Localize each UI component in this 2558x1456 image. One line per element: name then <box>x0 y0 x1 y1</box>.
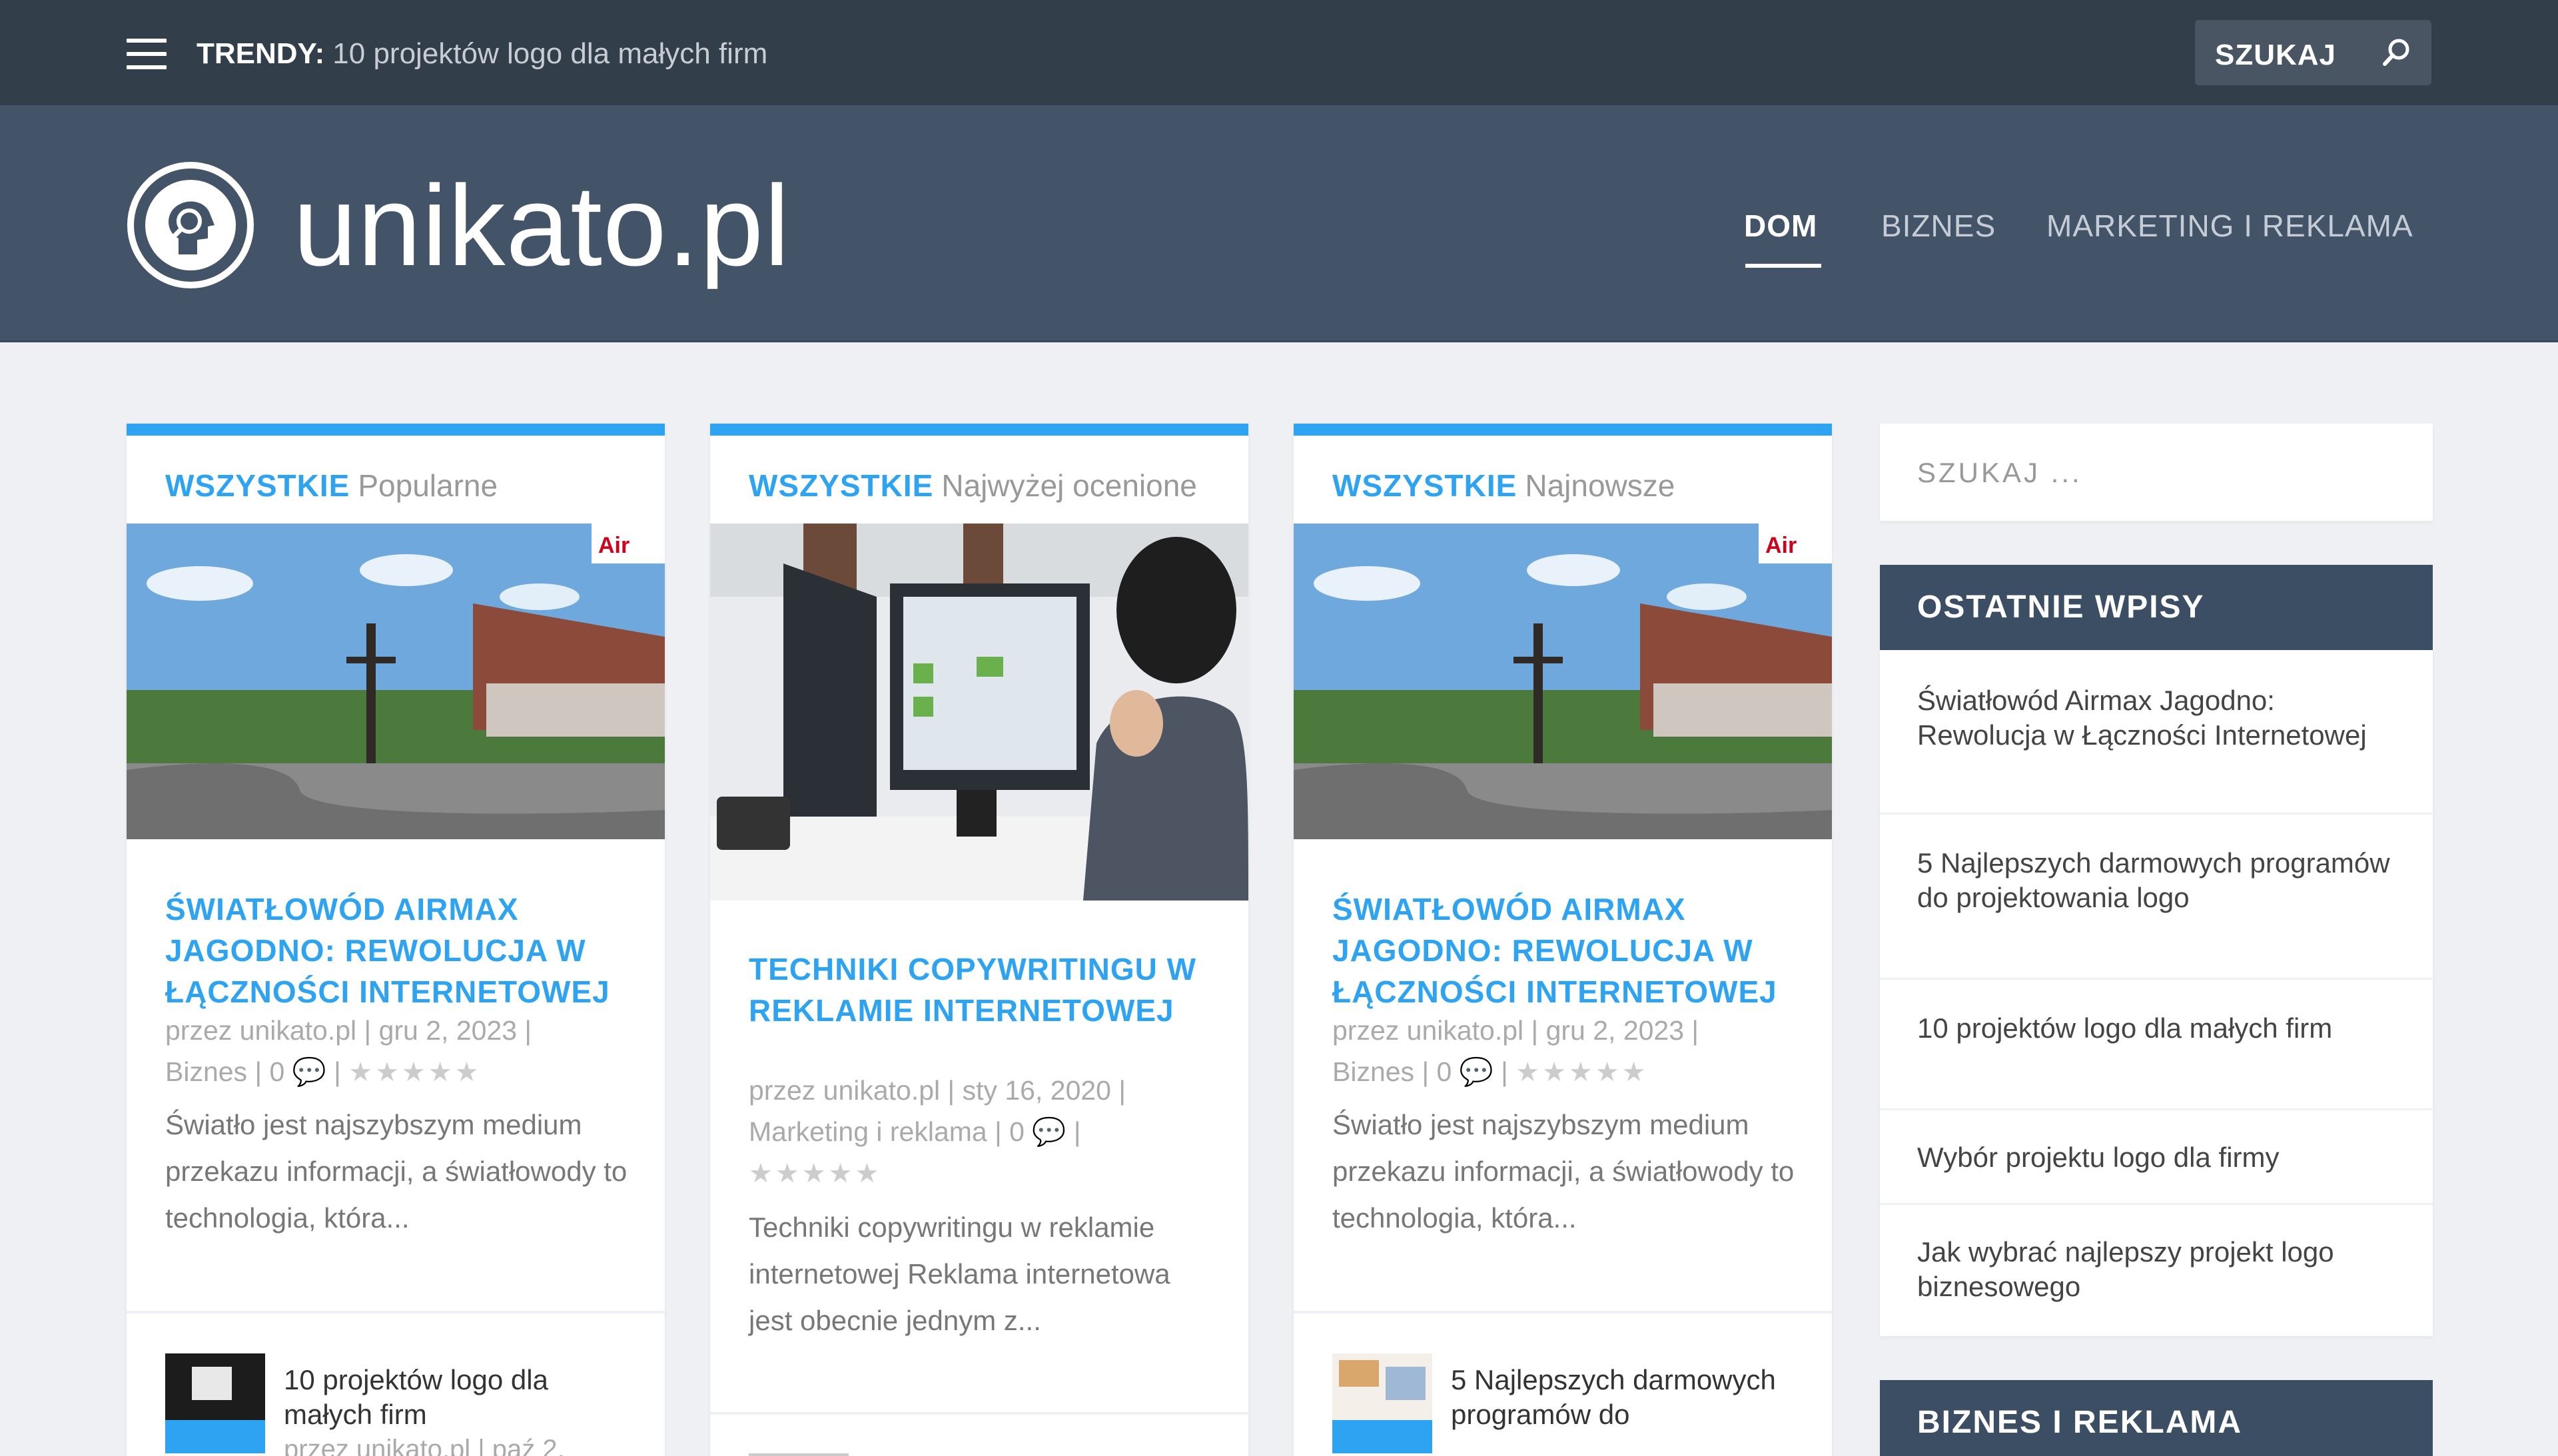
site-title[interactable]: unikato.pl <box>293 160 790 292</box>
post-card-popular: WSZYSTKIE Popularne Air Światłowód Airmax… <box>127 424 665 1456</box>
post-meta: przez unikato.pl | gru 2, 2023 | Biznes … <box>1332 1015 1699 1087</box>
post-thumbnail[interactable]: Air <box>1294 524 1832 839</box>
post-title[interactable]: Techniki copywritingu w reklamie interne… <box>749 948 1215 1031</box>
comment-icon: 💬 <box>1459 1056 1493 1087</box>
svg-text:Air: Air <box>598 533 630 558</box>
nav-active-indicator <box>1745 264 1821 268</box>
menu-icon[interactable] <box>127 39 167 69</box>
category-widget-heading: BIZNES I REKLAMA <box>1880 1380 2433 1456</box>
post-meta-category-comments[interactable]: Marketing i reklama | 0 <box>749 1116 1025 1147</box>
mini-post-thumbnail[interactable] <box>749 1453 849 1456</box>
top-bar: TRENDY: 10 projektów logo dla małych firm… <box>0 0 2558 105</box>
post-title[interactable]: Światłowód Airmax Jagodno: Rewolucja w Ł… <box>165 889 632 1012</box>
search-icon[interactable] <box>2378 35 2414 71</box>
nav-item-biznes[interactable]: BIZNES <box>1881 208 1996 244</box>
card-tabs: WSZYSTKIE Najwyżej ocenione <box>749 468 1197 504</box>
mini-post-thumbnail[interactable] <box>1332 1353 1432 1453</box>
recent-posts-heading: OSTATNIE WPISY <box>1880 565 2433 650</box>
top-search-label: SZUKAJ <box>2215 39 2337 71</box>
card-tabs: WSZYSTKIE Najnowsze <box>1332 468 1675 504</box>
post-excerpt: Światło jest najszybszym medium przekazu… <box>1332 1109 1795 1234</box>
post-meta-category-comments[interactable]: Biznes | 0 <box>1332 1056 1452 1087</box>
top-search-box[interactable]: SZUKAJ <box>2195 20 2431 85</box>
trending-link[interactable]: 10 projektów logo dla małych firm <box>332 37 767 70</box>
post-card-newest: WSZYSTKIE Najnowsze Air Światłowód Airmax… <box>1294 424 1832 1456</box>
post-meta-author-date: przez unikato.pl | gru 2, 2023 | <box>165 1015 532 1046</box>
post-thumbnail[interactable]: Air <box>127 524 665 839</box>
site-logo-icon[interactable] <box>125 160 256 290</box>
comment-icon: 💬 <box>1032 1116 1066 1147</box>
comment-icon: 💬 <box>292 1056 326 1087</box>
mini-post-title[interactable]: 5 Najlepszych darmowych programów do <box>1451 1363 1797 1432</box>
trending-bar: TRENDY: 10 projektów logo dla małych firm <box>197 37 767 71</box>
card-divider <box>1294 1311 1832 1313</box>
svg-text:Air: Air <box>1765 533 1797 558</box>
rating-stars: ★★★★★ <box>348 1058 482 1087</box>
rating-stars: ★★★★★ <box>1515 1058 1649 1087</box>
tab-popular[interactable]: Popularne <box>358 468 498 503</box>
post-card-top-rated: WSZYSTKIE Najwyżej ocenione Techniki copy… <box>710 424 1248 1456</box>
tab-all[interactable]: WSZYSTKIE <box>165 468 350 503</box>
nav-item-dom[interactable]: DOM <box>1744 208 1817 244</box>
card-divider <box>127 1311 665 1313</box>
tab-all[interactable]: WSZYSTKIE <box>749 468 933 503</box>
rating-stars: ★★★★★ <box>749 1159 882 1188</box>
tab-top-rated[interactable]: Najwyżej ocenione <box>941 468 1197 503</box>
sidebar-search-input[interactable]: SZUKAJ ... <box>1880 424 2433 521</box>
list-divider <box>1880 978 2433 980</box>
recent-post-link[interactable]: Światłowód Airmax Jagodno: Rewolucja w Ł… <box>1917 683 2403 753</box>
trending-label: TRENDY: <box>197 37 325 70</box>
recent-post-link[interactable]: Jak wybrać najlepszy projekt logo biznes… <box>1917 1235 2403 1304</box>
mini-post-thumbnail[interactable] <box>165 1353 265 1453</box>
list-divider <box>1880 813 2433 815</box>
mini-post-title[interactable]: 10 projektów logo dla małych firm <box>284 1363 630 1432</box>
recent-post-link[interactable]: 5 Najlepszych darmowych programów do pro… <box>1917 846 2403 915</box>
post-thumbnail[interactable] <box>710 524 1248 901</box>
recent-post-link[interactable]: Wybór projektu logo dla firmy <box>1917 1140 2403 1175</box>
post-meta: przez unikato.pl | gru 2, 2023 | Biznes … <box>165 1015 532 1087</box>
list-divider <box>1880 1108 2433 1110</box>
post-meta-author-date: przez unikato.pl | sty 16, 2020 | <box>749 1075 1126 1106</box>
post-meta-category-comments[interactable]: Biznes | 0 <box>165 1056 284 1087</box>
post-title[interactable]: Światłowód Airmax Jagodno: Rewolucja w Ł… <box>1332 889 1799 1012</box>
recent-posts-list: Światłowód Airmax Jagodno: Rewolucja w Ł… <box>1880 650 2433 1336</box>
mini-post-meta: przez unikato.pl | paź 2, <box>284 1435 565 1456</box>
nav-item-marketing[interactable]: MARKETING I REKLAMA <box>2046 208 2413 244</box>
list-divider <box>1880 1203 2433 1205</box>
sidebar-search-placeholder: SZUKAJ ... <box>1917 457 2082 488</box>
card-tabs: WSZYSTKIE Popularne <box>165 468 498 504</box>
card-divider <box>710 1412 1248 1415</box>
post-excerpt: Światło jest najszybszym medium przekazu… <box>165 1109 628 1234</box>
post-meta: przez unikato.pl | sty 16, 2020 | Market… <box>749 1075 1126 1188</box>
recent-post-link[interactable]: 10 projektów logo dla małych firm <box>1917 1011 2403 1046</box>
tab-all[interactable]: WSZYSTKIE <box>1332 468 1517 503</box>
tab-newest[interactable]: Najnowsze <box>1525 468 1675 503</box>
post-excerpt: Techniki copywritingu w reklamie interne… <box>749 1212 1170 1336</box>
post-meta-author-date: przez unikato.pl | gru 2, 2023 | <box>1332 1015 1699 1046</box>
